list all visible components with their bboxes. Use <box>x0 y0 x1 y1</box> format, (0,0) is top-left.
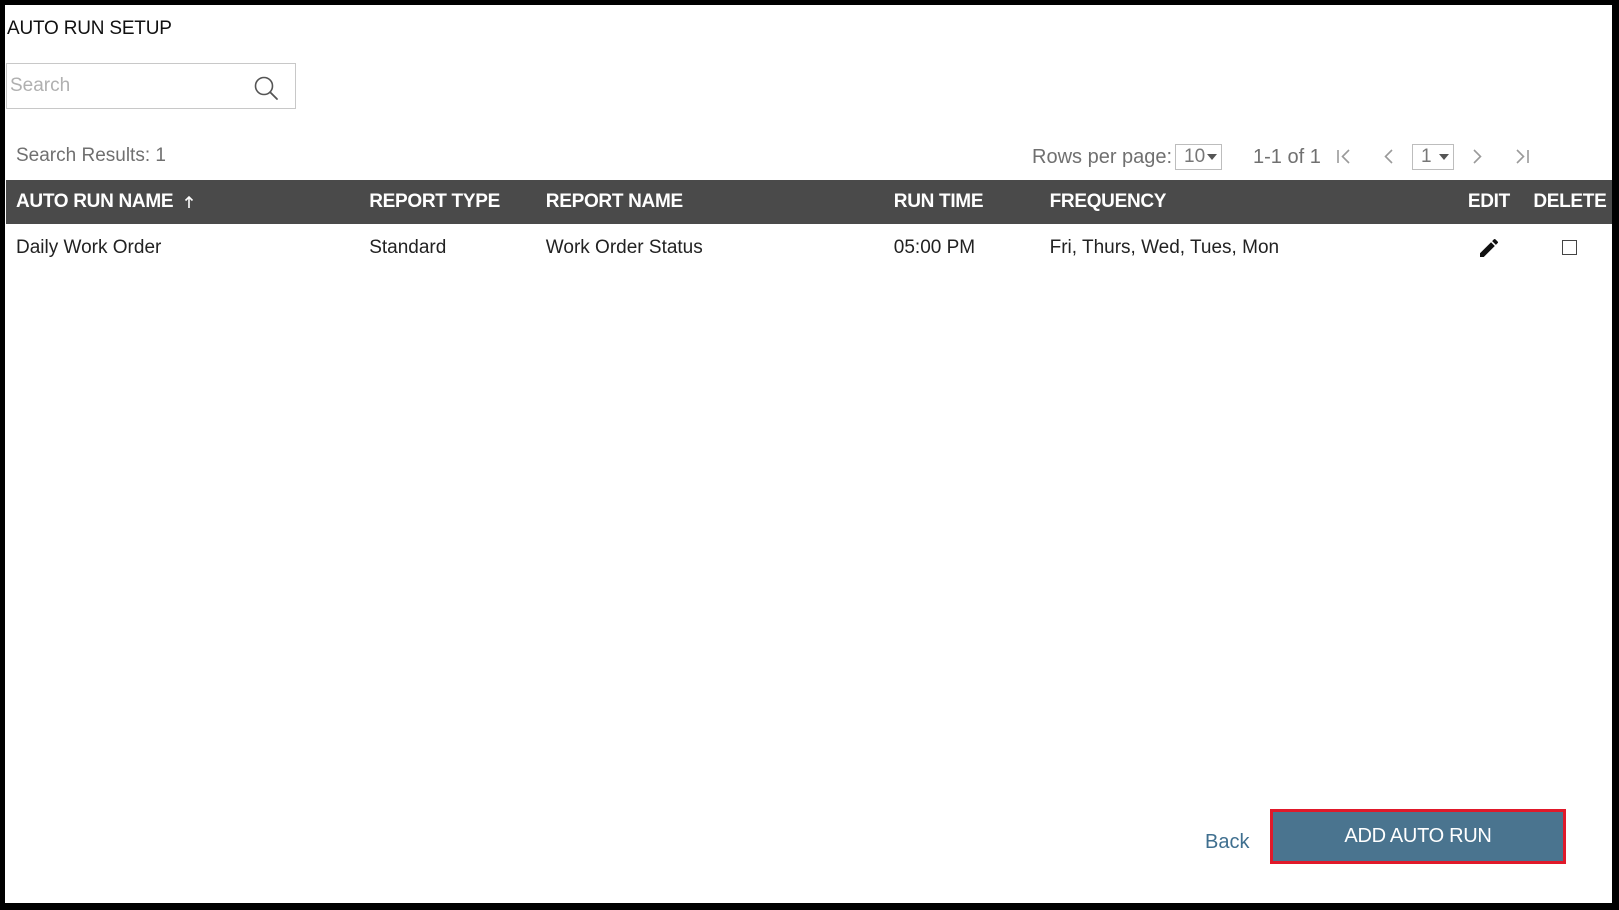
pagination-bar: Rows per page: 10 1-1 of 1 1 <box>1032 142 1612 172</box>
cell-report-name: Work Order Status <box>545 237 703 258</box>
column-header-delete: DELETE <box>1533 191 1607 212</box>
column-header-run-time[interactable]: RUN TIME <box>884 180 1040 224</box>
chevron-left-icon[interactable] <box>1379 142 1399 172</box>
pencil-icon[interactable] <box>1477 236 1501 260</box>
search-box <box>6 63 296 109</box>
last-page-icon[interactable] <box>1512 142 1532 172</box>
app-window: AUTO RUN SETUP Search Results: 1 Rows pe… <box>5 5 1612 903</box>
chevron-right-icon[interactable] <box>1467 142 1487 172</box>
column-header-edit: EDIT <box>1467 191 1510 212</box>
column-header-report-type[interactable]: REPORT TYPE <box>359 180 536 224</box>
auto-run-table: AUTO RUN NAME REPORT TYPE REPORT NAME RU… <box>6 180 1612 272</box>
arrow-up-icon <box>185 195 194 208</box>
column-header-frequency[interactable]: FREQUENCY <box>1040 180 1450 224</box>
table-row: Daily Work Order Standard Work Order Sta… <box>6 224 1612 272</box>
cell-run-time: 05:00 PM <box>893 237 976 258</box>
cell-report-type: Standard <box>369 237 447 258</box>
cell-frequency: Fri, Thurs, Wed, Tues, Mon <box>1049 237 1280 258</box>
page-title: AUTO RUN SETUP <box>7 18 172 39</box>
delete-checkbox[interactable] <box>1562 240 1578 256</box>
back-link[interactable]: Back <box>1205 831 1249 854</box>
first-page-icon[interactable] <box>1334 142 1354 172</box>
chevron-down-icon <box>1207 153 1218 160</box>
page-select-value: 1 <box>1421 146 1432 167</box>
cell-auto-run-name: Daily Work Order <box>16 237 162 258</box>
table-header-row: AUTO RUN NAME REPORT TYPE REPORT NAME RU… <box>6 180 1612 224</box>
page-select[interactable]: 1 <box>1412 144 1454 170</box>
column-header-label: AUTO RUN NAME <box>16 191 174 212</box>
add-auto-run-button[interactable]: ADD AUTO RUN <box>1270 809 1566 864</box>
rows-per-page-select[interactable]: 10 <box>1175 144 1223 170</box>
column-header-auto-run-name[interactable]: AUTO RUN NAME <box>6 180 359 224</box>
rows-per-page-value: 10 <box>1184 146 1206 167</box>
chevron-down-icon <box>1438 153 1449 160</box>
rows-per-page-label: Rows per page: <box>1032 146 1173 168</box>
search-icon[interactable] <box>253 75 279 101</box>
column-header-report-name[interactable]: REPORT NAME <box>536 180 884 224</box>
pagination-range: 1-1 of 1 <box>1253 146 1321 168</box>
cell-edit <box>1450 224 1528 272</box>
cell-delete <box>1528 224 1612 272</box>
search-results-count: Search Results: 1 <box>16 145 166 166</box>
search-input[interactable] <box>10 72 240 100</box>
